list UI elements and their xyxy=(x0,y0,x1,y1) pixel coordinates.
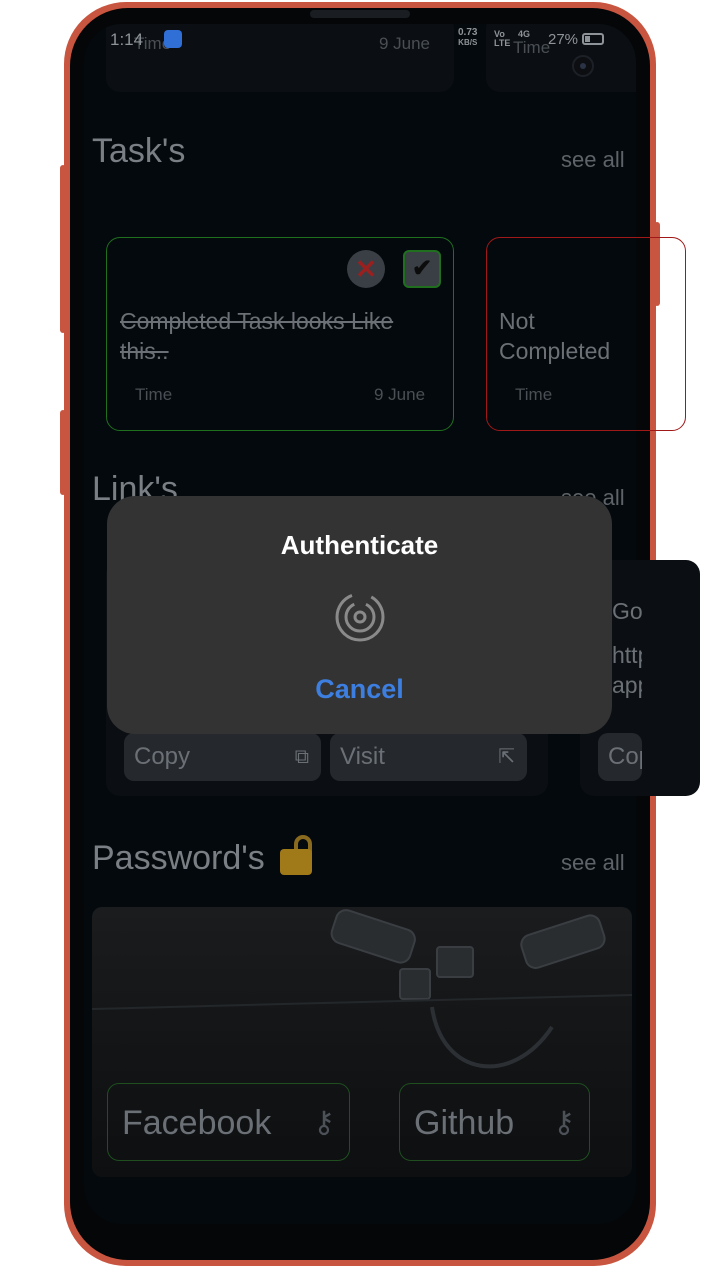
link-card-2-url-1: http xyxy=(612,642,642,668)
link-card-2-title: Gov xyxy=(612,598,642,624)
not-completed-task-time: Time xyxy=(515,385,553,404)
copy-button-2[interactable]: Copy xyxy=(598,733,642,781)
fingerprint-icon[interactable] xyxy=(335,592,385,642)
authenticate-dialog: Authenticate Cancel xyxy=(107,496,612,734)
copy-label: Copy xyxy=(134,743,191,770)
completed-task-text: Completed Task looks Like this.. xyxy=(120,308,394,364)
signal-icon: 4G xyxy=(518,30,530,39)
battery-icon xyxy=(582,33,604,45)
not-completed-task-text: Not Completed Task looks Like this.. xyxy=(499,308,611,364)
network-speed: 0.73 KB/S xyxy=(458,28,477,48)
dialog-title: Authenticate xyxy=(280,530,439,560)
battery-percent: 27% xyxy=(548,31,579,48)
password-item-label: Github xyxy=(414,1104,515,1142)
volume-button xyxy=(60,165,66,333)
android-icon xyxy=(164,30,182,48)
lock-icon xyxy=(280,835,318,875)
side-button xyxy=(60,410,66,495)
signal-label: 4G xyxy=(518,29,531,39)
check-icon: ✔ xyxy=(411,255,433,282)
volte-indicator: Vo LTE xyxy=(494,30,510,48)
net-speed-value: 0.73 xyxy=(458,27,478,38)
close-icon: ✕ xyxy=(355,254,377,284)
cancel-button[interactable]: Cancel xyxy=(107,674,612,705)
tasks-see-all[interactable]: see all xyxy=(561,147,625,173)
completed-task-time: Time xyxy=(135,385,173,404)
front-camera xyxy=(572,55,594,77)
copy-label-2: Copy xyxy=(608,743,642,770)
visit-button[interactable]: Visit ⇱ xyxy=(330,733,527,781)
delete-task-button[interactable]: ✕ xyxy=(347,250,385,288)
volte-bottom: LTE xyxy=(494,38,511,48)
visit-label: Visit xyxy=(340,743,385,770)
completed-task-date: 9 June xyxy=(374,385,426,404)
copy-button[interactable]: Copy ⧉ xyxy=(124,733,321,781)
passwords-title-text: Password's xyxy=(92,839,265,877)
key-icon: ⚷ xyxy=(313,1106,335,1139)
net-speed-unit: KB/S xyxy=(458,38,478,47)
notch xyxy=(310,10,410,18)
status-bar: 1:14 0.73 KB/S Vo LTE 4G 27% xyxy=(110,28,610,52)
complete-task-button[interactable]: ✔ xyxy=(403,250,441,288)
open-external-icon: ⇱ xyxy=(498,746,515,768)
passwords-title: Password's xyxy=(92,835,318,878)
passwords-see-all[interactable]: see all xyxy=(561,850,625,876)
copy-icon: ⧉ xyxy=(294,746,309,768)
password-item-facebook[interactable]: Facebook ⚷ xyxy=(107,1083,350,1161)
password-item-github[interactable]: Github ⚷ xyxy=(399,1083,590,1161)
link-card-2-url-2: app xyxy=(612,672,642,698)
status-time: 1:14 xyxy=(110,30,144,49)
password-item-label: Facebook xyxy=(122,1104,272,1142)
key-icon: ⚷ xyxy=(553,1106,575,1139)
tasks-title: Task's xyxy=(92,132,186,170)
